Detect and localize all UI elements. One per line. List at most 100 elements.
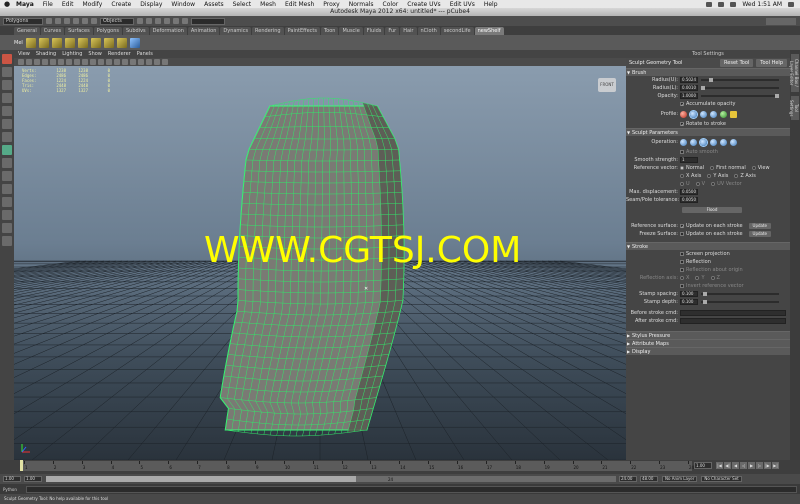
- section-attribute-maps[interactable]: Attribute Maps: [626, 339, 790, 348]
- tab-deformation[interactable]: Deformation: [149, 27, 187, 35]
- ref-v-radio[interactable]: V: [695, 181, 705, 187]
- freeze-update-button[interactable]: Update: [748, 231, 772, 237]
- camera-attr-icon[interactable]: [26, 59, 32, 65]
- tab-toon[interactable]: Toon: [320, 27, 339, 35]
- tab-fluids[interactable]: Fluids: [363, 27, 385, 35]
- volume-icon[interactable]: [718, 1, 725, 7]
- stamp-depth-field[interactable]: 0.100: [680, 299, 698, 305]
- menu-display[interactable]: Display: [140, 1, 162, 8]
- save-scene-icon[interactable]: [64, 18, 70, 24]
- layout-graph-icon[interactable]: [2, 223, 12, 233]
- current-frame-field[interactable]: 1.00: [694, 462, 712, 469]
- xray-icon[interactable]: [146, 59, 152, 65]
- time-slider[interactable]: 1 2 3 4 5 6 7 8 9 10 11 12 13 14 15 16 17 18 19 20 21 22 23 24 …: [0, 460, 800, 474]
- lasso-tool-icon[interactable]: [2, 67, 12, 77]
- axis-y-radio[interactable]: Y: [695, 275, 705, 281]
- panel-menu-shading[interactable]: Shading: [36, 51, 56, 57]
- freeze-update-checkbox[interactable]: Update on each stroke: [680, 231, 743, 237]
- input-line-field[interactable]: [191, 17, 225, 25]
- range-end-field[interactable]: 24.00: [619, 476, 637, 482]
- axis-x-radio[interactable]: X: [680, 275, 689, 281]
- sculpt-tool-icon[interactable]: [2, 145, 12, 155]
- step-back-key-icon[interactable]: ◀|: [724, 462, 731, 469]
- panel-menu-renderer[interactable]: Renderer: [108, 51, 131, 57]
- menu-color[interactable]: Color: [383, 1, 399, 8]
- layout-four-icon[interactable]: [2, 184, 12, 194]
- menu-proxy[interactable]: Proxy: [323, 1, 339, 8]
- character-set-dropdown[interactable]: No Character Set: [701, 476, 742, 482]
- play-forward-icon[interactable]: ▶: [748, 462, 755, 469]
- menu-create[interactable]: Create: [111, 1, 131, 8]
- layout-hypershade-icon[interactable]: [2, 236, 12, 246]
- tab-animation[interactable]: Animation: [187, 27, 220, 35]
- opacity-slider[interactable]: [701, 94, 779, 98]
- op-smooth-icon[interactable]: [700, 138, 707, 146]
- shelf-tool-icon[interactable]: [90, 37, 101, 48]
- app-menu[interactable]: Maya: [16, 1, 34, 8]
- step-back-icon[interactable]: ◀: [732, 462, 739, 469]
- start-time-field[interactable]: 1.00: [3, 476, 21, 482]
- shelf-tool-icon[interactable]: [64, 37, 75, 48]
- time-ticks[interactable]: 1 2 3 4 5 6 7 8 9 10 11 12 13 14 15 16 17 18 19 20 21 22 23 24: [20, 461, 694, 471]
- op-relax-icon[interactable]: [710, 138, 717, 146]
- last-tool-icon[interactable]: [2, 158, 12, 168]
- tab-muscle[interactable]: Muscle: [339, 27, 363, 35]
- step-forward-key-icon[interactable]: |▶: [764, 462, 771, 469]
- select-hierarchy-icon[interactable]: [73, 18, 79, 24]
- op-push-icon[interactable]: [680, 138, 687, 146]
- tab-painteffects[interactable]: PaintEffects: [284, 27, 320, 35]
- menu-select[interactable]: Select: [233, 1, 252, 8]
- snap-curve-icon[interactable]: [146, 18, 152, 24]
- command-input[interactable]: [26, 485, 797, 493]
- tab-secondlife[interactable]: secondLife: [440, 27, 474, 35]
- viewport[interactable]: Verts: 1238 1238 0 Edges: 2486 2486 0 Faces: 12…: [14, 66, 626, 460]
- current-time-marker[interactable]: [20, 460, 23, 471]
- rotate-to-stroke-checkbox[interactable]: ✓ Rotate to stroke: [680, 121, 726, 127]
- shelf-tool-icon[interactable]: [25, 37, 36, 48]
- select-object-icon[interactable]: [82, 18, 88, 24]
- step-forward-icon[interactable]: ▷: [756, 462, 763, 469]
- op-pinch-icon[interactable]: [720, 138, 727, 146]
- range-handle[interactable]: [46, 476, 356, 482]
- range-start-field[interactable]: 1.00: [24, 476, 42, 482]
- stamp-spacing-field[interactable]: 0.100: [680, 291, 698, 297]
- reflection-checkbox[interactable]: Reflection: [680, 259, 711, 265]
- shelf-tool-icon[interactable]: [129, 37, 140, 48]
- menu-set-dropdown[interactable]: Polygons: [3, 17, 43, 25]
- rotate-tool-icon[interactable]: [2, 106, 12, 116]
- section-sculpt-parameters[interactable]: Sculpt Parameters: [626, 128, 790, 137]
- command-language-toggle[interactable]: Python: [0, 487, 26, 492]
- menu-assets[interactable]: Assets: [204, 1, 224, 8]
- tab-tool-settings[interactable]: Tool Settings: [789, 96, 799, 120]
- end-time-field[interactable]: 48.00: [640, 476, 658, 482]
- shadows-icon[interactable]: [138, 59, 144, 65]
- shelf-tool-icon[interactable]: [116, 37, 127, 48]
- scale-tool-icon[interactable]: [2, 119, 12, 129]
- resolution-gate-icon[interactable]: [66, 59, 72, 65]
- shelf-item-mel[interactable]: Mel: [14, 40, 23, 46]
- menu-create-uvs[interactable]: Create UVs: [407, 1, 440, 8]
- snap-grid-icon[interactable]: [137, 18, 143, 24]
- panel-menu-view[interactable]: View: [18, 51, 30, 57]
- radius-u-slider[interactable]: [701, 78, 779, 82]
- film-gate-icon[interactable]: [58, 59, 64, 65]
- ref-x-axis-radio[interactable]: X Axis: [680, 173, 701, 179]
- after-stroke-field[interactable]: [680, 318, 786, 324]
- invert-reference-checkbox[interactable]: Invert reference vector: [680, 283, 744, 289]
- reset-tool-button[interactable]: Reset Tool: [720, 59, 754, 67]
- section-stroke[interactable]: Stroke: [626, 242, 790, 251]
- wireframe-on-shaded-icon[interactable]: [114, 59, 120, 65]
- wireframe-icon[interactable]: [98, 59, 104, 65]
- layout-single-icon[interactable]: [2, 171, 12, 181]
- tab-fur[interactable]: Fur: [385, 27, 400, 35]
- camera-icon[interactable]: [18, 59, 24, 65]
- high-quality-icon[interactable]: [162, 59, 168, 65]
- opacity-field[interactable]: 1.0000: [680, 93, 698, 99]
- open-scene-icon[interactable]: [55, 18, 61, 24]
- section-stylus-pressure[interactable]: Stylus Pressure: [626, 331, 790, 340]
- snap-point-icon[interactable]: [155, 18, 161, 24]
- wifi-icon[interactable]: [706, 1, 713, 7]
- shelf-tool-icon[interactable]: [103, 37, 114, 48]
- section-brush[interactable]: Brush: [626, 68, 790, 77]
- menu-help[interactable]: Help: [484, 1, 498, 8]
